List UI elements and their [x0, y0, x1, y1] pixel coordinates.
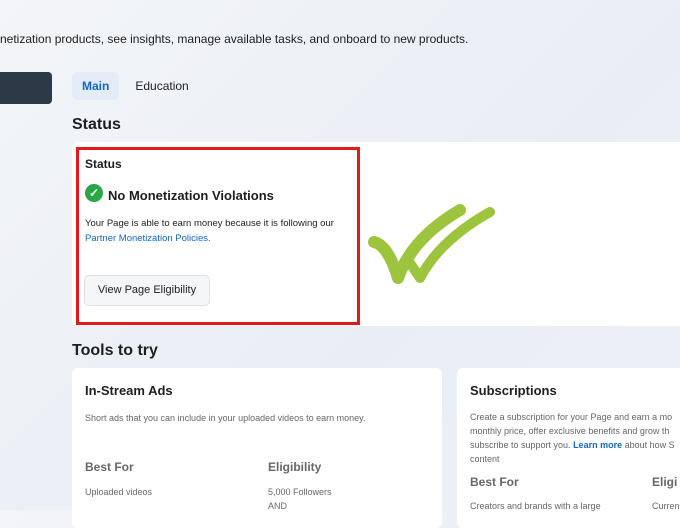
- status-card-label: Status: [85, 157, 122, 171]
- tab-main[interactable]: Main: [72, 72, 120, 100]
- tab-education[interactable]: Education: [125, 72, 198, 100]
- eligibility-value: 5,000 Followers: [268, 487, 332, 497]
- best-for-label: Best For: [470, 475, 519, 489]
- learn-more-link[interactable]: Learn more: [573, 440, 622, 450]
- status-description: Your Page is able to earn money because …: [85, 218, 334, 229]
- view-page-eligibility-button[interactable]: View Page Eligibility: [84, 275, 210, 306]
- best-for-value: Uploaded videos: [85, 487, 153, 497]
- status-heading: Status: [72, 116, 121, 133]
- tab-bar: Main Education: [72, 72, 199, 100]
- page-subtitle: netization products, see insights, manag…: [0, 32, 469, 46]
- tool-title: Subscriptions: [470, 383, 557, 398]
- tool-title: In-Stream Ads: [85, 383, 173, 398]
- eligibility-label: Eligi: [652, 475, 678, 489]
- double-check-icon: [368, 204, 495, 284]
- tools-heading: Tools to try: [72, 342, 158, 359]
- tool-description: Short ads that you can include in your u…: [85, 413, 366, 423]
- eligibility-value: Curren: [652, 501, 680, 511]
- eligibility-label: Eligibility: [268, 460, 322, 474]
- best-for-value: Creators and brands with a large: [470, 501, 601, 511]
- sidebar-nav-item[interactable]: [0, 72, 52, 104]
- tool-description: Create a subscription for your Page and …: [470, 412, 675, 464]
- status-title: No Monetization Violations: [108, 188, 274, 203]
- eligibility-value: AND: [268, 501, 288, 511]
- check-circle-icon: ✓: [85, 184, 103, 202]
- best-for-label: Best For: [85, 460, 134, 474]
- policies-link[interactable]: Partner Monetization Policies.: [85, 233, 211, 244]
